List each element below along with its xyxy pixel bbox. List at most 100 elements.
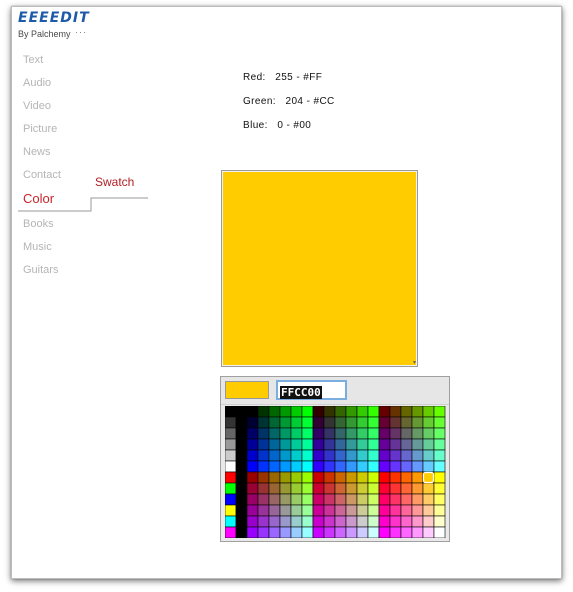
palette-swatch[interactable] xyxy=(411,493,424,506)
palette-swatch[interactable] xyxy=(345,449,358,462)
palette-swatch[interactable] xyxy=(367,427,380,440)
palette-swatch[interactable] xyxy=(290,460,303,473)
palette-swatch[interactable] xyxy=(290,493,303,506)
palette-swatch[interactable] xyxy=(312,449,325,462)
palette-swatch[interactable] xyxy=(301,515,314,528)
palette-swatch[interactable] xyxy=(323,438,336,451)
palette-swatch[interactable] xyxy=(257,504,270,517)
palette-swatch[interactable] xyxy=(345,504,358,517)
palette-swatch[interactable] xyxy=(400,471,413,484)
palette-swatch-black[interactable] xyxy=(235,438,248,451)
palette-swatch[interactable] xyxy=(422,460,435,473)
palette-swatch[interactable] xyxy=(400,482,413,495)
palette-swatch[interactable] xyxy=(334,406,347,418)
palette-swatch[interactable] xyxy=(389,406,402,418)
palette-swatch[interactable] xyxy=(367,416,380,429)
palette-swatch[interactable] xyxy=(279,504,292,517)
palette-swatch[interactable] xyxy=(422,438,435,451)
palette-swatch[interactable] xyxy=(411,406,424,418)
palette-swatch[interactable] xyxy=(389,526,402,538)
palette-swatch[interactable] xyxy=(378,460,391,473)
palette-swatch[interactable] xyxy=(290,471,303,484)
nav-item-picture[interactable]: Picture xyxy=(23,122,103,145)
palette-swatch[interactable] xyxy=(411,438,424,451)
palette-swatch[interactable] xyxy=(389,460,402,473)
palette-swatch[interactable] xyxy=(312,471,325,484)
nav-item-text[interactable]: Text xyxy=(23,53,103,76)
palette-swatch[interactable] xyxy=(323,449,336,462)
palette-swatch-side[interactable] xyxy=(225,493,237,506)
palette-swatch[interactable] xyxy=(312,504,325,517)
palette-swatch[interactable] xyxy=(268,406,281,418)
palette-swatch[interactable] xyxy=(411,526,424,538)
palette-swatch[interactable] xyxy=(356,406,369,418)
palette-swatch[interactable] xyxy=(290,526,303,538)
palette-swatch[interactable] xyxy=(268,482,281,495)
palette-swatch[interactable] xyxy=(246,416,259,429)
palette-swatch[interactable] xyxy=(356,460,369,473)
palette-swatch[interactable] xyxy=(367,449,380,462)
palette-swatch[interactable] xyxy=(279,416,292,429)
palette-swatch[interactable] xyxy=(378,482,391,495)
palette-swatch[interactable] xyxy=(323,493,336,506)
nav-item-books[interactable]: Books xyxy=(23,217,103,240)
palette-swatch[interactable] xyxy=(290,406,303,418)
palette-swatch[interactable] xyxy=(334,515,347,528)
palette-swatch-side[interactable] xyxy=(225,526,237,538)
palette-swatch-black[interactable] xyxy=(235,526,248,538)
palette-swatch[interactable] xyxy=(268,416,281,429)
palette-swatch[interactable] xyxy=(301,460,314,473)
palette-swatch[interactable] xyxy=(433,460,446,473)
palette-swatch[interactable] xyxy=(334,526,347,538)
palette-swatch[interactable] xyxy=(411,504,424,517)
palette-swatch[interactable] xyxy=(345,406,358,418)
palette-swatch[interactable] xyxy=(290,427,303,440)
palette-swatch[interactable] xyxy=(411,416,424,429)
palette-swatch[interactable] xyxy=(279,526,292,538)
palette-swatch[interactable] xyxy=(400,416,413,429)
palette-swatch[interactable] xyxy=(312,427,325,440)
palette-swatch[interactable] xyxy=(356,493,369,506)
palette-swatch[interactable] xyxy=(378,471,391,484)
palette-swatch-black[interactable] xyxy=(235,471,248,484)
palette-swatch[interactable] xyxy=(345,438,358,451)
palette-swatch[interactable] xyxy=(367,493,380,506)
palette-swatch[interactable] xyxy=(323,515,336,528)
palette-swatch[interactable] xyxy=(378,504,391,517)
palette-swatch[interactable] xyxy=(345,526,358,538)
palette-swatch-black[interactable] xyxy=(235,427,248,440)
palette-swatch[interactable] xyxy=(433,526,446,538)
palette-swatch[interactable] xyxy=(367,406,380,418)
palette-swatch[interactable] xyxy=(257,515,270,528)
palette-swatch[interactable] xyxy=(257,482,270,495)
palette-swatch-side[interactable] xyxy=(225,416,237,429)
palette-swatch[interactable] xyxy=(389,471,402,484)
palette-swatch[interactable] xyxy=(378,515,391,528)
palette-swatch-side[interactable] xyxy=(225,504,237,517)
palette-swatch[interactable] xyxy=(279,406,292,418)
palette-swatch[interactable] xyxy=(312,438,325,451)
palette-swatch[interactable] xyxy=(400,460,413,473)
palette-swatch[interactable] xyxy=(378,449,391,462)
palette-swatch[interactable] xyxy=(312,526,325,538)
palette-swatch[interactable] xyxy=(246,526,259,538)
palette-swatch[interactable] xyxy=(246,427,259,440)
palette-swatch-side[interactable] xyxy=(225,515,237,528)
palette-swatch[interactable] xyxy=(422,427,435,440)
palette-swatch[interactable] xyxy=(246,438,259,451)
palette-swatch[interactable] xyxy=(268,504,281,517)
palette-swatch[interactable] xyxy=(312,493,325,506)
palette-swatch[interactable] xyxy=(290,438,303,451)
palette-swatch[interactable] xyxy=(334,460,347,473)
palette-swatch[interactable] xyxy=(378,493,391,506)
palette-swatch[interactable] xyxy=(268,515,281,528)
palette-swatch[interactable] xyxy=(422,526,435,538)
palette-swatch-side[interactable] xyxy=(225,427,237,440)
palette-swatch[interactable] xyxy=(246,493,259,506)
palette-swatch[interactable] xyxy=(312,460,325,473)
palette-swatch[interactable] xyxy=(411,471,424,484)
palette-swatch[interactable] xyxy=(246,406,259,418)
nav-item-music[interactable]: Music xyxy=(23,240,103,263)
palette-swatch[interactable] xyxy=(356,515,369,528)
palette-swatch[interactable] xyxy=(246,515,259,528)
